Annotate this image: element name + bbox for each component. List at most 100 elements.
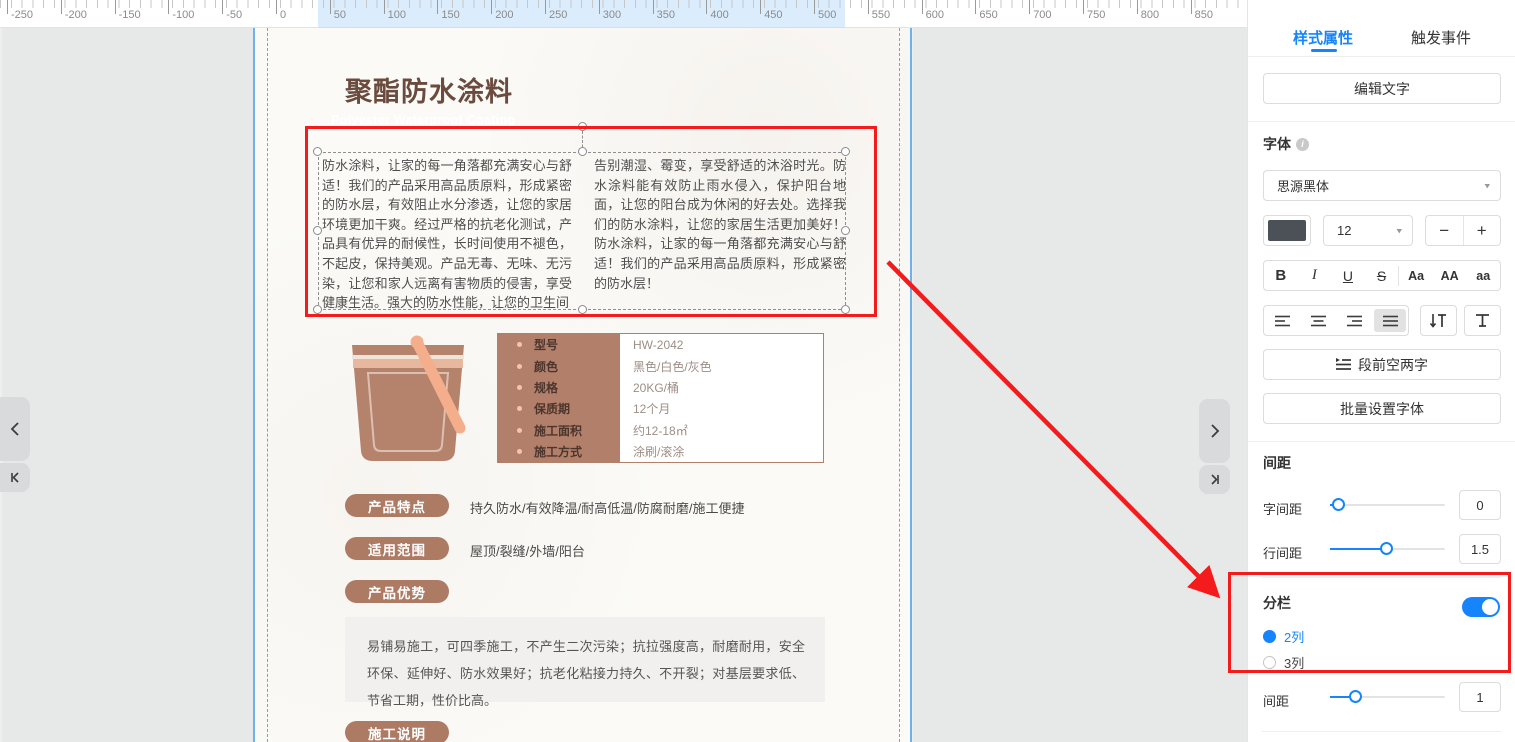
radio-label: 3列 [1284, 653, 1304, 672]
format-b-button[interactable]: B [1264, 267, 1298, 284]
bullet-icon [517, 385, 522, 390]
format-aa-button[interactable]: Aa [1399, 269, 1433, 283]
column-gap-input[interactable]: 1 [1459, 682, 1501, 712]
spacing-label-text: 间距 [1263, 453, 1291, 473]
spec-table-row: 施工面积约12-18㎡ [498, 420, 823, 441]
column-gap-slider[interactable] [1330, 696, 1445, 698]
first-page-button[interactable] [0, 463, 30, 492]
font-family-value: 思源黑体 [1277, 176, 1484, 195]
selection-handle-bottom-right[interactable] [841, 305, 850, 314]
selection-handle-top-right[interactable] [841, 147, 850, 156]
tab-style-properties[interactable]: 样式属性 [1293, 27, 1353, 48]
spec-label: 颜色 [534, 358, 558, 375]
document-page[interactable]: 聚酯防水涂料 Polyester Waterproof Coating 防水涂料… [255, 28, 911, 742]
rotation-handle[interactable] [578, 122, 587, 131]
scope-badge: 适用范围 [345, 537, 449, 560]
edit-text-button[interactable]: 编辑文字 [1263, 73, 1501, 104]
advantage-box: 易铺易施工，可四季施工，不产生二次污染；抗拉强度高，耐磨耐用，安全环保、延伸好、… [345, 617, 825, 702]
info-icon[interactable]: i [1296, 138, 1309, 151]
font-family-select[interactable]: 思源黑体 ▾ [1263, 170, 1501, 201]
text-direction-icon [1475, 313, 1490, 328]
text-selection-box[interactable] [318, 152, 846, 310]
style-properties-panel: 样式属性 触发事件 编辑文字 字体 i 思源黑体 ▾ 12 ▾ − + BIUS… [1247, 0, 1515, 742]
slider-knob[interactable] [1349, 690, 1362, 703]
paint-bucket-illustration [338, 333, 483, 468]
ruler-tick-label: 650 [975, 9, 997, 21]
format-i-button[interactable]: I [1298, 267, 1332, 284]
letter-spacing-input[interactable]: 0 [1459, 490, 1501, 520]
letter-spacing-slider[interactable] [1330, 504, 1445, 506]
spec-value: 黑色/白色/灰色 [620, 355, 712, 376]
ruler-tick-label: -100 [168, 9, 194, 21]
selection-handle-bottom-center[interactable] [578, 305, 587, 314]
active-tab-underline [1311, 49, 1337, 52]
align-center-button[interactable] [1302, 309, 1334, 332]
radio-icon [1263, 656, 1276, 669]
columns-label-text: 分栏 [1263, 593, 1291, 613]
text-direction-button[interactable] [1464, 305, 1501, 336]
line-spacing-slider[interactable] [1330, 548, 1445, 550]
ruler-tick-label: 350 [653, 9, 675, 21]
subtitle-banner: Polyester Waterproof Coating [318, 109, 875, 131]
chevron-down-icon: ▾ [1396, 225, 1402, 235]
align-justify-icon [1383, 315, 1398, 327]
page-margin-dashed-left [267, 28, 268, 742]
align-left-button[interactable] [1266, 309, 1298, 332]
font-size-select[interactable]: 12 ▾ [1323, 215, 1413, 246]
selection-handle-mid-right[interactable] [841, 226, 850, 235]
spec-value: 12个月 [620, 398, 670, 419]
font-size-decrease-button[interactable]: − [1426, 216, 1464, 245]
spec-table-row: 保质期12个月 [498, 398, 823, 419]
spec-label-cell: 施工方式 [498, 441, 620, 462]
spec-table[interactable]: 型号HW-2042颜色黑色/白色/灰色规格20KG/桶保质期12个月施工面积约1… [497, 333, 824, 463]
text-format-group: BIUSAaAAaa [1263, 260, 1501, 291]
align-right-button[interactable] [1338, 309, 1370, 332]
format-aa-button[interactable]: aa [1466, 269, 1500, 283]
radio-icon [1263, 630, 1276, 643]
spec-value: 20KG/桶 [620, 377, 679, 398]
ruler-tick-label: 0 [276, 9, 286, 21]
format-s-button[interactable]: S [1365, 268, 1399, 284]
selection-handle-bottom-left[interactable] [313, 305, 322, 314]
slider-knob[interactable] [1380, 542, 1393, 555]
columns-option-3列[interactable]: 3列 [1263, 653, 1304, 672]
feature-text: 持久防水/有效降温/耐高低温/防腐耐磨/施工便捷 [470, 498, 744, 517]
selection-handle-mid-left[interactable] [313, 226, 322, 235]
bullet-icon [517, 449, 522, 454]
align-right-icon [1347, 315, 1362, 327]
last-page-button[interactable] [1199, 465, 1230, 494]
line-spacing-input[interactable]: 1.5 [1459, 534, 1501, 564]
indent-button-label: 段前空两字 [1358, 355, 1428, 375]
chevron-right-icon [1209, 423, 1221, 439]
selection-handle-top-center[interactable] [578, 147, 587, 156]
font-size-increase-button[interactable]: + [1464, 216, 1501, 245]
ruler-tick-label: 50 [330, 9, 346, 21]
columns-option-2列[interactable]: 2列 [1263, 627, 1304, 646]
ruler-tick-label: 700 [1029, 9, 1051, 21]
slider-knob[interactable] [1332, 498, 1345, 511]
align-left-icon [1275, 315, 1290, 327]
ruler-tick-label: 600 [922, 9, 944, 21]
format-u-button[interactable]: U [1331, 268, 1365, 284]
columns-toggle[interactable] [1462, 597, 1500, 617]
spec-value: 涂刷/滚涂 [620, 441, 684, 462]
vertical-text-button[interactable] [1420, 305, 1457, 336]
font-color-swatch [1268, 220, 1306, 241]
align-justify-button[interactable] [1374, 309, 1406, 332]
spec-label-cell: 规格 [498, 377, 620, 398]
indent-first-line-button[interactable]: 段前空两字 [1263, 349, 1501, 380]
selection-handle-top-left[interactable] [313, 147, 322, 156]
format-aa-button[interactable]: AA [1433, 269, 1467, 283]
font-color-picker[interactable] [1263, 215, 1311, 246]
ruler-tick-label: 150 [437, 9, 459, 21]
editor-canvas[interactable]: 聚酯防水涂料 Polyester Waterproof Coating 防水涂料… [0, 28, 1247, 742]
spec-label-cell: 颜色 [498, 355, 620, 376]
next-page-button[interactable] [1199, 399, 1230, 463]
spec-label: 施工面积 [534, 422, 582, 439]
divider [1262, 731, 1502, 732]
tab-trigger-events[interactable]: 触发事件 [1411, 27, 1471, 48]
chevron-down-icon: ▾ [1484, 180, 1490, 190]
batch-set-font-button[interactable]: 批量设置字体 [1263, 393, 1501, 424]
spec-table-row: 规格20KG/桶 [498, 377, 823, 398]
prev-page-button[interactable] [0, 397, 30, 461]
